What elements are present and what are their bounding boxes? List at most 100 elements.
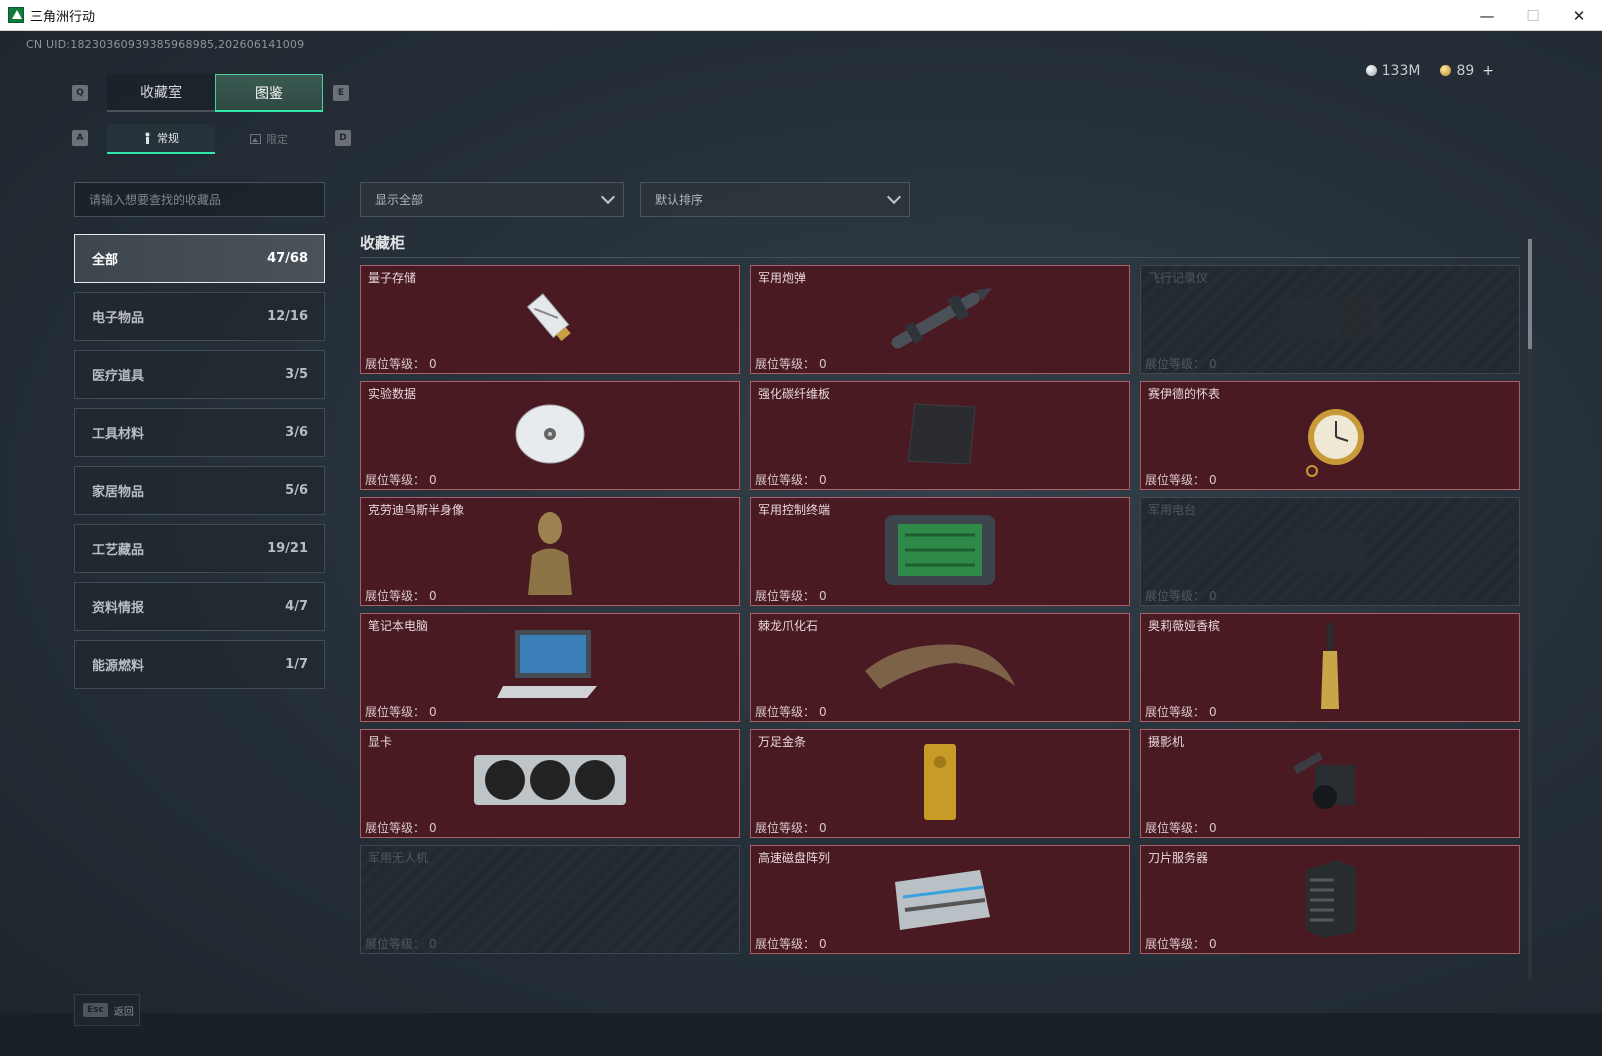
item-level: 展位等级： 0 bbox=[1145, 703, 1217, 720]
champagne-icon bbox=[1315, 621, 1345, 715]
item-name: 刀片服务器 bbox=[1148, 851, 1209, 865]
key-hint-a: A bbox=[72, 130, 88, 146]
level-value: 0 bbox=[429, 473, 437, 487]
minimize-button[interactable]: — bbox=[1464, 0, 1510, 31]
collection-item-card[interactable]: 量子存储展位等级： 0 bbox=[360, 265, 740, 374]
collection-item-card[interactable]: 高速磁盘阵列 展位等级： 0 bbox=[750, 845, 1130, 954]
category-energy[interactable]: 能源燃料 1/7 bbox=[74, 640, 325, 689]
scrollbar-thumb[interactable] bbox=[1528, 239, 1532, 349]
silver-coin-icon bbox=[1365, 65, 1377, 76]
item-level: 展位等级： 0 bbox=[365, 355, 437, 372]
collection-item-card[interactable]: 军用炮弹 展位等级： 0 bbox=[750, 265, 1130, 374]
level-value: 0 bbox=[819, 473, 827, 487]
collection-item-card[interactable]: 摄影机 展位等级： 0 bbox=[1140, 729, 1520, 838]
category-electronics[interactable]: 电子物品 12/16 bbox=[74, 292, 325, 341]
level-label: 展位等级： bbox=[1145, 589, 1206, 603]
game-screen: CN UID:18230360939385968985,202606141009… bbox=[0, 31, 1602, 1056]
item-level: 展位等级： 0 bbox=[365, 471, 437, 488]
item-name: 万足金条 bbox=[758, 735, 807, 749]
collection-item-card[interactable]: 军用无人机 展位等级： 0 bbox=[360, 845, 740, 954]
item-name: 量子存储 bbox=[368, 271, 417, 285]
esc-key-icon: Esc bbox=[83, 1003, 108, 1017]
collection-item-card[interactable]: 刀片服务器展位等级： 0 bbox=[1140, 845, 1520, 954]
chevron-down-icon bbox=[600, 189, 616, 204]
level-value: 0 bbox=[429, 705, 437, 719]
item-level: 展位等级： 0 bbox=[755, 935, 827, 952]
collection-item-card[interactable]: 棘龙爪化石展位等级： 0 bbox=[750, 613, 1130, 722]
claw-fossil-icon bbox=[860, 631, 1020, 705]
tab-regular[interactable]: 常规 bbox=[107, 124, 215, 154]
item-name: 棘龙爪化石 bbox=[758, 619, 819, 633]
back-button[interactable]: Esc 返回 bbox=[74, 994, 140, 1026]
collection-item-card[interactable]: 克劳迪乌斯半身像 展位等级： 0 bbox=[360, 497, 740, 606]
item-name: 军用电台 bbox=[1148, 503, 1197, 517]
item-level: 展位等级： 0 bbox=[1145, 587, 1217, 604]
usb-drive-icon bbox=[515, 283, 585, 357]
item-name: 赛伊德的怀表 bbox=[1148, 387, 1221, 401]
category-medical[interactable]: 医疗道具 3/5 bbox=[74, 350, 325, 399]
footer-bar bbox=[0, 1013, 1602, 1056]
item-name: 克劳迪乌斯半身像 bbox=[368, 503, 465, 517]
search-input[interactable]: 请输入想要查找的收藏品 bbox=[74, 182, 325, 217]
gold-currency: 89 + bbox=[1440, 63, 1494, 79]
sort-dropdown[interactable]: 默认排序 bbox=[640, 182, 910, 217]
level-value: 0 bbox=[429, 821, 437, 835]
collection-item-card[interactable]: 军用控制终端 展位等级： 0 bbox=[750, 497, 1130, 606]
level-label: 展位等级： bbox=[755, 705, 816, 719]
collection-item-card[interactable]: 飞行记录仪 展位等级： 0 bbox=[1140, 265, 1520, 374]
collection-item-card[interactable]: 赛伊德的怀表 展位等级： 0 bbox=[1140, 381, 1520, 490]
tab-limited[interactable]: 限定 bbox=[215, 124, 323, 154]
category-list: 全部 47/68 电子物品 12/16 医疗道具 3/5 工具材料 3/6 家居物品 5/… bbox=[74, 234, 325, 698]
collection-item-card[interactable]: 显卡 展位等级： 0 bbox=[360, 729, 740, 838]
level-label: 展位等级： bbox=[1145, 705, 1206, 719]
level-label: 展位等级： bbox=[365, 821, 426, 835]
collection-item-card[interactable]: 笔记本电脑展位等级： 0 bbox=[360, 613, 740, 722]
display-filter-dropdown[interactable]: 显示全部 bbox=[360, 182, 624, 217]
carbon-plate-icon bbox=[900, 399, 980, 473]
figure-icon bbox=[145, 132, 150, 144]
close-button[interactable]: ✕ bbox=[1556, 0, 1602, 31]
item-level: 展位等级： 0 bbox=[365, 703, 437, 720]
category-tools[interactable]: 工具材料 3/6 bbox=[74, 408, 325, 457]
main-tabs: 收藏室 图鉴 bbox=[107, 74, 323, 112]
item-name: 军用控制终端 bbox=[758, 503, 831, 517]
item-name: 军用炮弹 bbox=[758, 271, 807, 285]
level-value: 0 bbox=[1209, 705, 1217, 719]
window-titlebar: 三角洲行动 — ☐ ✕ bbox=[0, 0, 1602, 31]
level-value: 0 bbox=[429, 357, 437, 371]
item-name: 强化碳纤维板 bbox=[758, 387, 831, 401]
level-label: 展位等级： bbox=[1145, 937, 1206, 951]
item-level: 展位等级： 0 bbox=[1145, 935, 1217, 952]
gold-coin-icon bbox=[1440, 65, 1452, 76]
item-name: 摄影机 bbox=[1148, 735, 1185, 749]
category-crafts[interactable]: 工艺藏品 19/21 bbox=[74, 524, 325, 573]
level-value: 0 bbox=[819, 357, 827, 371]
collection-item-card[interactable]: 军用电台展位等级： 0 bbox=[1140, 497, 1520, 606]
level-label: 展位等级： bbox=[1145, 473, 1206, 487]
category-all[interactable]: 全部 47/68 bbox=[74, 234, 325, 283]
tab-collection-room[interactable]: 收藏室 bbox=[107, 74, 215, 112]
item-name: 笔记本电脑 bbox=[368, 619, 429, 633]
category-household[interactable]: 家居物品 5/6 bbox=[74, 466, 325, 515]
level-value: 0 bbox=[819, 705, 827, 719]
app-logo-icon bbox=[8, 7, 24, 23]
item-name: 军用无人机 bbox=[368, 851, 429, 865]
collection-item-card[interactable]: 万足金条 展位等级： 0 bbox=[750, 729, 1130, 838]
collection-item-card[interactable]: 实验数据 展位等级： 0 bbox=[360, 381, 740, 490]
scrollbar-track[interactable] bbox=[1528, 239, 1532, 979]
level-label: 展位等级： bbox=[755, 473, 816, 487]
level-label: 展位等级： bbox=[365, 937, 426, 951]
player-uid: CN UID:18230360939385968985,202606141009 bbox=[26, 38, 305, 51]
missile-icon bbox=[875, 278, 1005, 362]
disk-array-icon bbox=[885, 862, 995, 938]
collection-item-card[interactable]: 强化碳纤维板 展位等级： 0 bbox=[750, 381, 1130, 490]
collection-item-card[interactable]: 奥莉薇娅香槟 展位等级： 0 bbox=[1140, 613, 1520, 722]
maximize-button[interactable]: ☐ bbox=[1510, 0, 1556, 31]
add-currency-button[interactable]: + bbox=[1482, 63, 1494, 79]
category-intel[interactable]: 资料情报 4/7 bbox=[74, 582, 325, 631]
level-value: 0 bbox=[1209, 473, 1217, 487]
tab-codex[interactable]: 图鉴 bbox=[215, 74, 323, 112]
level-value: 0 bbox=[1209, 357, 1217, 371]
camera-icon bbox=[1285, 747, 1375, 821]
item-level: 展位等级： 0 bbox=[365, 587, 437, 604]
